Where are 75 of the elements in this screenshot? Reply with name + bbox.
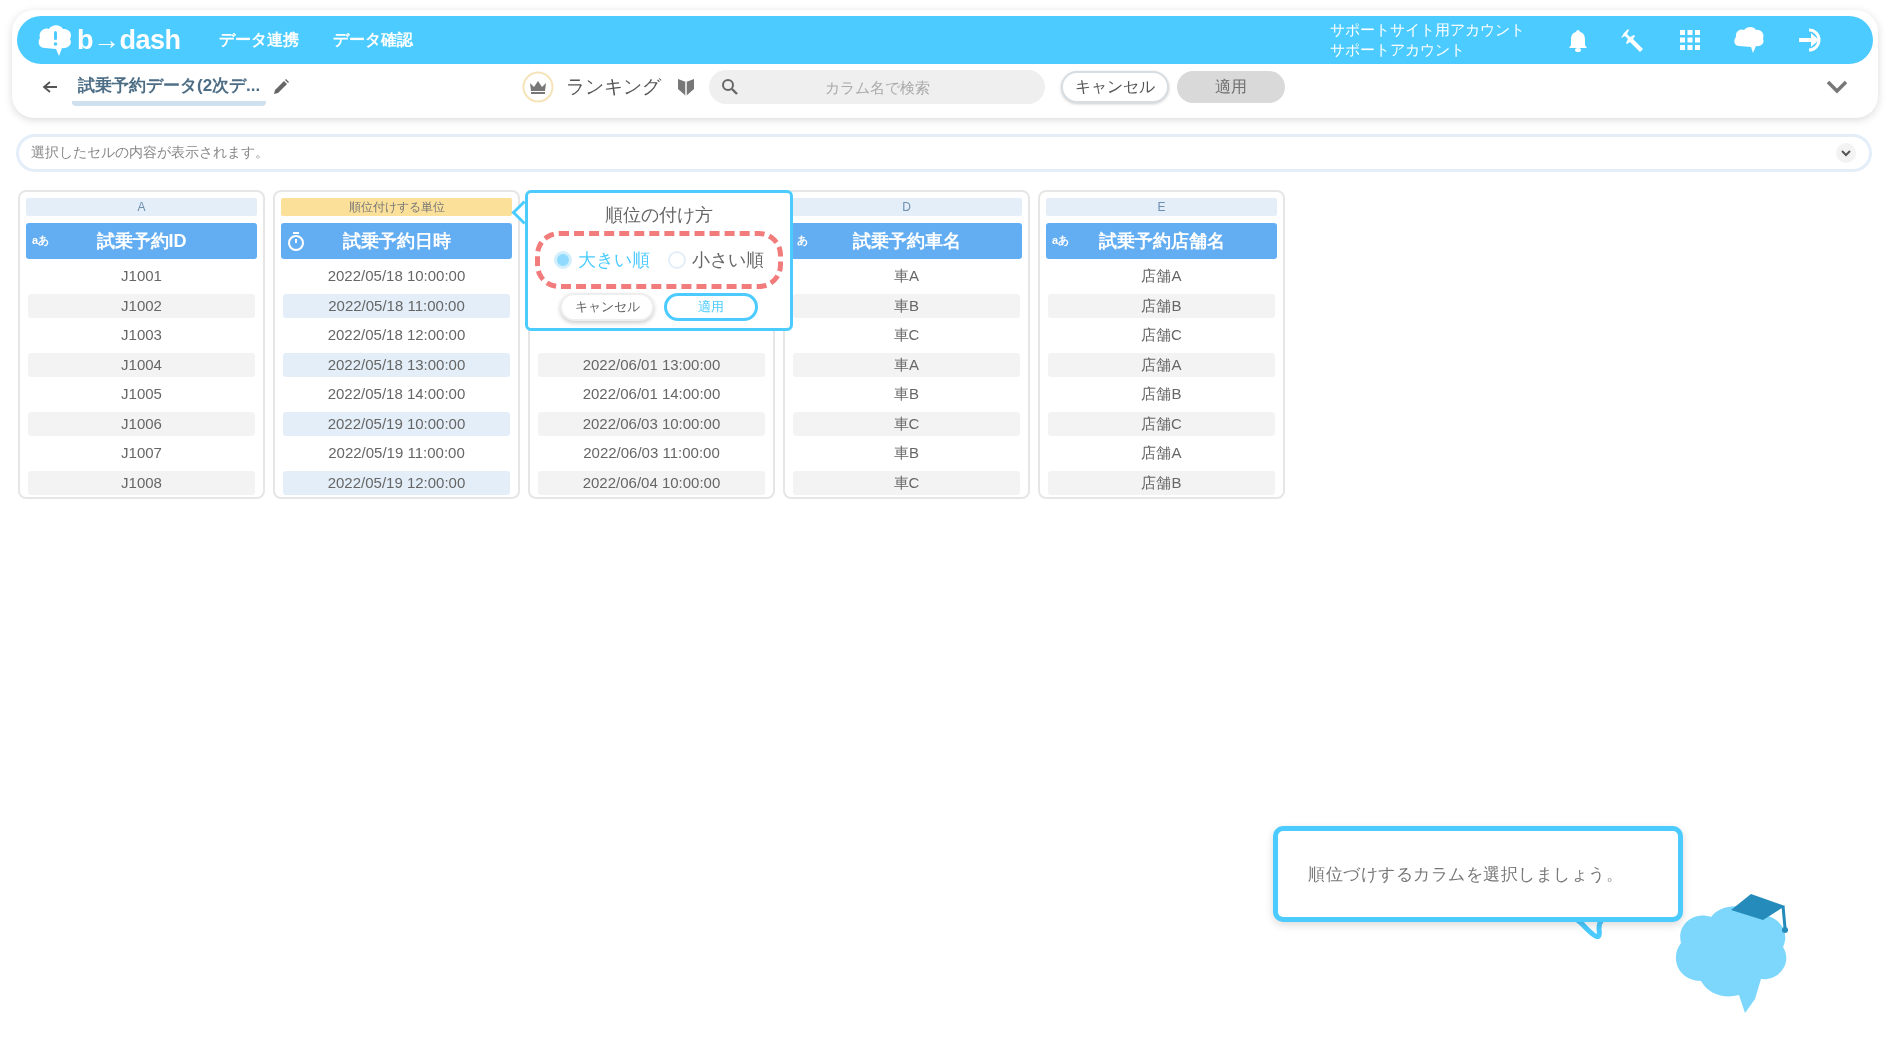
type-label: aあ bbox=[1052, 233, 1070, 248]
cancel-button[interactable]: キャンセル bbox=[560, 293, 654, 321]
ranking-label: ランキング bbox=[566, 75, 662, 99]
table-cell[interactable]: 2022/05/18 12:00:00 bbox=[283, 323, 510, 348]
table-cell[interactable]: 2022/06/01 14:00:00 bbox=[538, 382, 765, 407]
account-site: サポートサイト用アカウント bbox=[1330, 20, 1525, 40]
table-cell[interactable]: 2022/05/19 12:00:00 bbox=[283, 470, 510, 495]
column-letter: D bbox=[791, 198, 1022, 216]
column-letter: A bbox=[26, 198, 257, 216]
account-name: サポートアカウント bbox=[1330, 40, 1466, 60]
search-icon bbox=[721, 78, 740, 96]
table-cell[interactable]: 車B bbox=[793, 441, 1020, 466]
apps-grid-icon[interactable] bbox=[1679, 29, 1701, 51]
popup-title: 順位の付け方 bbox=[605, 204, 713, 227]
radio-button[interactable] bbox=[554, 251, 572, 269]
type-label: aあ bbox=[32, 233, 50, 248]
crown-icon bbox=[522, 71, 555, 103]
table-cell[interactable]: 車A bbox=[793, 264, 1020, 289]
table-cell[interactable]: J1003 bbox=[28, 323, 255, 348]
table-cell[interactable]: 2022/06/03 10:00:00 bbox=[538, 411, 765, 436]
radio-option[interactable]: 小さい順 bbox=[668, 248, 764, 272]
hint-text: 順位づけするカラムを選択しましょう。 bbox=[1308, 863, 1623, 886]
table-cell[interactable]: 2022/06/04 10:00:00 bbox=[538, 470, 765, 495]
search-field[interactable]: カラム名で検索 bbox=[709, 70, 1046, 104]
column-card[interactable]: A aあ 試乗予約ID J1001 J1002 J1003 J1004 J1005 J1006 J1007 J1008 bbox=[18, 190, 265, 499]
table-cell[interactable]: 2022/05/19 10:00:00 bbox=[283, 411, 510, 436]
table-cell[interactable]: 2022/06/01 13:00:00 bbox=[538, 352, 765, 377]
stopwatch-icon bbox=[287, 232, 305, 252]
option-label: 大きい順 bbox=[578, 249, 650, 272]
table-cell[interactable]: 店舗A bbox=[1048, 264, 1275, 289]
table-cell[interactable]: 店舗A bbox=[1048, 352, 1275, 377]
cloud-icon[interactable] bbox=[1733, 26, 1765, 54]
radio-button[interactable] bbox=[668, 251, 686, 269]
table-cell[interactable]: J1008 bbox=[28, 470, 255, 495]
table-cell[interactable]: J1006 bbox=[28, 411, 255, 436]
dataset-title[interactable]: 試乗予約データ(2次デ... bbox=[72, 74, 267, 106]
table-cell[interactable]: 2022/06/03 11:00:00 bbox=[538, 441, 765, 466]
table-cell[interactable]: J1002 bbox=[28, 293, 255, 318]
table-cell[interactable]: 車C bbox=[793, 323, 1020, 348]
column-card[interactable]: 順位付けする単位 試乗予約日時 2022/05/18 10:00:00 2022/05/18 11:00:00 2022/05/18 12:00:00 2022/05/18 13:00:00 2022/05/18 14:00:00 2022/05/19 10:00:00 2022/05/19 11:00:00 2022/05/19 12:00:00 bbox=[273, 190, 520, 499]
table-cell[interactable]: 2022/05/18 10:00:00 bbox=[283, 264, 510, 289]
table-cell[interactable]: 2022/05/18 13:00:00 bbox=[283, 352, 510, 377]
option-label: 小さい順 bbox=[692, 249, 764, 272]
table-cell[interactable]: J1004 bbox=[28, 352, 255, 377]
column-card[interactable]: D あ 試乗予約車名 車A 車B 車C 車A 車B 車C 車B 車C bbox=[783, 190, 1030, 499]
table-cell[interactable]: 車A bbox=[793, 352, 1020, 377]
table-cell[interactable]: 車C bbox=[793, 470, 1020, 495]
table-cell[interactable]: 車B bbox=[793, 293, 1020, 318]
expand-icon[interactable] bbox=[1835, 142, 1857, 164]
ranking-unit-tag: 順位付けする単位 bbox=[281, 198, 512, 216]
table-cell[interactable]: 店舗A bbox=[1048, 441, 1275, 466]
table-cell[interactable]: 車C bbox=[793, 411, 1020, 436]
pencil-icon[interactable] bbox=[272, 78, 291, 96]
table-cell[interactable]: 店舗B bbox=[1048, 382, 1275, 407]
table-cell[interactable]: 2022/05/18 11:00:00 bbox=[283, 293, 510, 318]
table-cell[interactable]: 店舗C bbox=[1048, 411, 1275, 436]
table-cell[interactable]: 店舗B bbox=[1048, 293, 1275, 318]
shield-icon[interactable] bbox=[677, 76, 696, 98]
back-arrow-icon[interactable] bbox=[42, 80, 58, 94]
table-cell[interactable]: 車B bbox=[793, 382, 1020, 407]
table-cell[interactable]: 店舗B bbox=[1048, 470, 1275, 495]
table-cell[interactable]: J1001 bbox=[28, 264, 255, 289]
table-cell[interactable]: J1007 bbox=[28, 441, 255, 466]
table-cell[interactable]: 2022/05/18 14:00:00 bbox=[283, 382, 510, 407]
cancel-button[interactable]: キャンセル bbox=[1061, 71, 1170, 103]
cell-content-field[interactable]: 選択したセルの内容が表示されます。 bbox=[19, 137, 1869, 169]
table-cell[interactable]: J1005 bbox=[28, 382, 255, 407]
column-card[interactable]: E aあ 試乗予約店舗名 店舗A 店舗B 店舗C 店舗A 店舗B 店舗C 店舗A 店舗B bbox=[1038, 190, 1285, 499]
logo-icon bbox=[37, 22, 73, 58]
table-cell[interactable]: 店舗C bbox=[1048, 323, 1275, 348]
column-letter: E bbox=[1046, 198, 1277, 216]
bell-icon[interactable] bbox=[1567, 28, 1589, 52]
table-cell[interactable]: 2022/05/19 11:00:00 bbox=[283, 441, 510, 466]
type-label: あ bbox=[797, 233, 808, 248]
chevron-down-icon[interactable] bbox=[1826, 80, 1848, 94]
